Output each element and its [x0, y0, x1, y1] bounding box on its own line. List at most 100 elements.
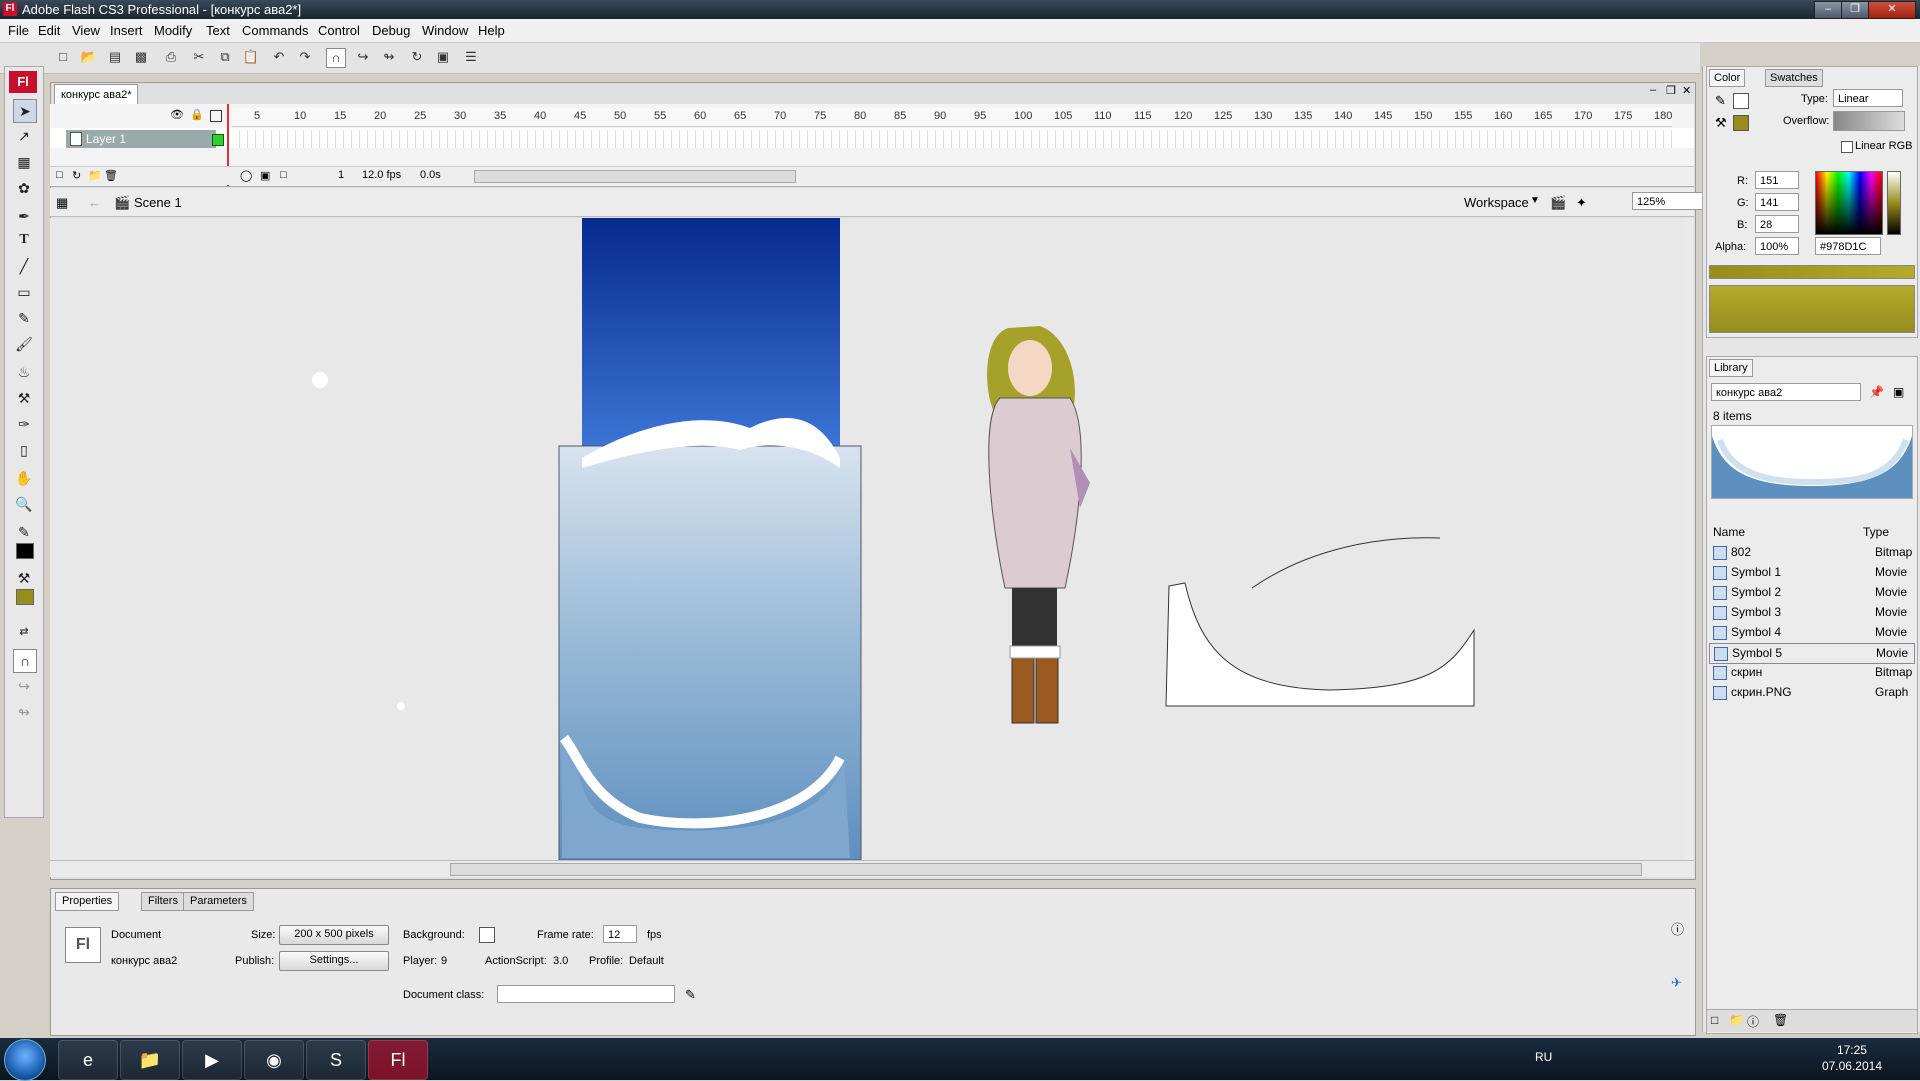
- eye-icon[interactable]: 👁: [170, 108, 184, 121]
- selection-tool-icon[interactable]: ➤: [13, 99, 37, 123]
- menu-commands[interactable]: Commands: [242, 23, 308, 38]
- add-folder-icon[interactable]: 📁: [88, 169, 102, 182]
- rectangle-tool-icon[interactable]: ▭: [13, 281, 35, 303]
- tab-library[interactable]: Library: [1709, 359, 1753, 377]
- new-folder-icon[interactable]: 📁: [1729, 1013, 1744, 1027]
- paste-icon[interactable]: 📋: [242, 48, 260, 66]
- doc-restore-icon[interactable]: ❐: [1666, 84, 1676, 97]
- stroke-color-swatch[interactable]: [16, 543, 34, 559]
- item-properties-icon[interactable]: ⓘ: [1747, 1013, 1759, 1030]
- stage-hscroll-thumb[interactable]: [450, 863, 1642, 876]
- doc-minimize-icon[interactable]: –: [1650, 84, 1656, 96]
- ink-bottle-icon[interactable]: ♨: [13, 361, 35, 383]
- tab-properties[interactable]: Properties: [55, 892, 120, 911]
- restore-button[interactable]: ❐: [1841, 1, 1869, 19]
- frame-ruler[interactable]: 5 10 15 20 25 30 35 40 45 50 55 60 65 70 75 80 85 90 95 100…: [232, 108, 1672, 127]
- stage[interactable]: [50, 218, 1688, 860]
- r-input[interactable]: 151: [1755, 171, 1799, 189]
- stroke-none-swatch[interactable]: [1733, 93, 1749, 109]
- clock[interactable]: 17:25 07.06.2014: [1822, 1042, 1882, 1074]
- snap-to-objects-icon[interactable]: ∩: [13, 649, 37, 673]
- timeline-hscroll[interactable]: [474, 170, 796, 183]
- pencil-tool-icon[interactable]: ✎: [13, 307, 35, 329]
- menu-text[interactable]: Text: [206, 23, 230, 38]
- media-player-icon[interactable]: ▶: [182, 1040, 242, 1080]
- layer-outline-color[interactable]: [212, 134, 224, 146]
- frames-area[interactable]: [232, 130, 1672, 148]
- linear-rgb-checkbox[interactable]: [1841, 141, 1853, 153]
- menu-modify[interactable]: Modify: [154, 23, 192, 38]
- tab-parameters[interactable]: Parameters: [183, 892, 254, 911]
- menu-edit[interactable]: Edit: [38, 23, 60, 38]
- menu-help[interactable]: Help: [478, 23, 505, 38]
- size-button[interactable]: 200 x 500 pixels: [279, 925, 389, 945]
- menu-control[interactable]: Control: [318, 23, 360, 38]
- delete-layer-icon[interactable]: 🗑: [104, 169, 118, 182]
- library-item[interactable]: Symbol 4 Movie: [1709, 623, 1913, 642]
- redo-icon[interactable]: ↷: [296, 48, 314, 66]
- gradient-bar[interactable]: [1709, 265, 1915, 279]
- library-item[interactable]: Symbol 5 Movie: [1709, 643, 1915, 664]
- tool-smooth-icon[interactable]: ↪: [13, 675, 35, 697]
- close-button[interactable]: ✕: [1868, 1, 1916, 19]
- scale-icon[interactable]: ▣: [434, 48, 452, 66]
- new-symbol-icon[interactable]: □: [1711, 1013, 1718, 1027]
- paint-bucket-icon[interactable]: ⚒: [13, 387, 35, 409]
- background-color-swatch[interactable]: [479, 927, 495, 943]
- scene-name[interactable]: Scene 1: [134, 195, 182, 210]
- language-indicator[interactable]: RU: [1535, 1050, 1552, 1064]
- subselection-tool-icon[interactable]: ↗: [13, 125, 35, 147]
- smooth-icon[interactable]: ↪: [354, 48, 372, 66]
- menu-debug[interactable]: Debug: [372, 23, 410, 38]
- library-item[interactable]: 802 Bitmap: [1709, 543, 1913, 562]
- chrome-icon[interactable]: ◉: [244, 1040, 304, 1080]
- outline-icon[interactable]: [210, 110, 222, 122]
- print-icon[interactable]: ⎙: [162, 48, 180, 66]
- pen-tool-icon[interactable]: ✒: [13, 205, 35, 227]
- line-tool-icon[interactable]: ╱: [13, 255, 35, 277]
- lock-icon[interactable]: 🔒: [190, 108, 204, 121]
- onion-skin-icon[interactable]: ▣: [260, 169, 270, 182]
- library-item[interactable]: Symbol 2 Movie: [1709, 583, 1913, 602]
- stage-hscroll[interactable]: [50, 860, 1694, 877]
- g-input[interactable]: 141: [1755, 193, 1799, 211]
- minimize-button[interactable]: –: [1814, 1, 1842, 19]
- onion-outline-icon[interactable]: □: [280, 169, 287, 181]
- straighten-icon[interactable]: ↬: [380, 48, 398, 66]
- accessibility-icon[interactable]: ✈: [1671, 975, 1682, 991]
- undo-icon[interactable]: ↶: [270, 48, 288, 66]
- menu-window[interactable]: Window: [422, 23, 468, 38]
- hand-tool-icon[interactable]: ✋: [13, 467, 35, 489]
- file-explorer-icon[interactable]: 📁: [120, 1040, 180, 1080]
- swap-colors-icon[interactable]: ⇄: [13, 621, 35, 643]
- fill-color-swatch[interactable]: [16, 589, 34, 605]
- free-transform-icon[interactable]: ▦: [13, 151, 35, 173]
- save-icon[interactable]: ▩: [132, 48, 150, 66]
- back-arrow-icon[interactable]: ←: [88, 195, 101, 210]
- align-icon[interactable]: ☰: [462, 48, 480, 66]
- lasso-icon[interactable]: ✿: [13, 177, 35, 199]
- internet-explorer-icon[interactable]: e: [58, 1040, 118, 1080]
- snap-magnet-icon[interactable]: ∩: [326, 48, 346, 68]
- stage-vscroll[interactable]: [1684, 218, 1694, 860]
- menu-insert[interactable]: Insert: [110, 23, 143, 38]
- text-tool-icon[interactable]: T: [13, 229, 35, 251]
- alpha-input[interactable]: 100%: [1755, 237, 1799, 255]
- layer-name[interactable]: Layer 1: [66, 130, 216, 148]
- edit-symbol-icon[interactable]: ✦: [1576, 195, 1587, 211]
- eraser-icon[interactable]: ▯: [13, 439, 35, 461]
- library-item[interactable]: скрин Bitmap: [1709, 663, 1913, 682]
- stroke-color-icon[interactable]: ✎: [13, 521, 35, 543]
- library-item[interactable]: скрин.PNG Graph: [1709, 683, 1913, 702]
- tool-straighten-icon[interactable]: ↬: [13, 701, 35, 723]
- help-icon[interactable]: ⓘ: [1671, 919, 1684, 938]
- stroke-pencil-icon[interactable]: ✎: [1715, 93, 1726, 109]
- zoom-tool-icon[interactable]: 🔍: [13, 493, 35, 515]
- copy-icon[interactable]: ⧉: [216, 48, 234, 66]
- brush-tool-icon[interactable]: 🖌: [13, 333, 35, 355]
- edit-scene-icon[interactable]: 🎬: [1550, 195, 1566, 211]
- hex-input[interactable]: #978D1C: [1815, 237, 1881, 255]
- open-folder-icon[interactable]: 📂: [80, 48, 98, 66]
- frame-rate-input[interactable]: 12: [603, 925, 637, 943]
- cut-icon[interactable]: ✂: [190, 48, 208, 66]
